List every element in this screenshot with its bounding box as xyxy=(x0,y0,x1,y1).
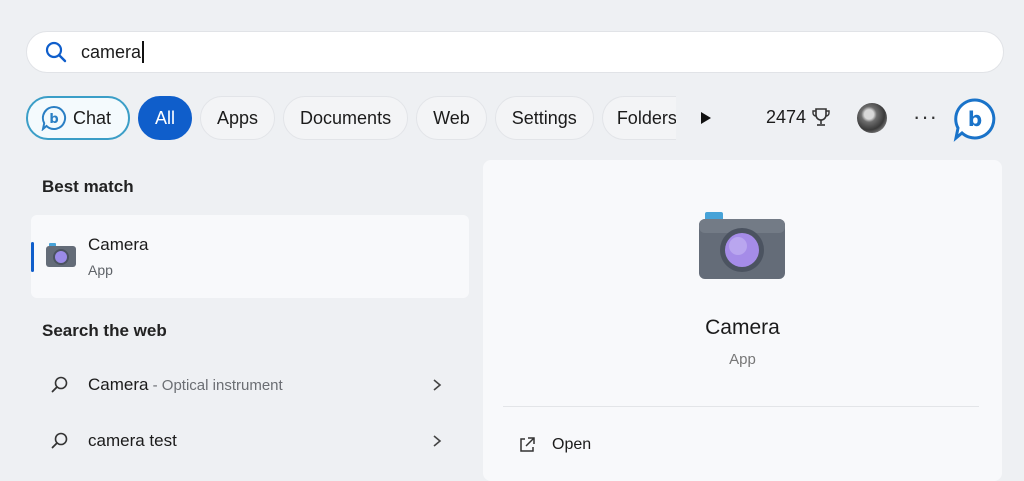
open-label: Open xyxy=(552,436,592,453)
search-icon xyxy=(51,432,68,449)
svg-text:b: b xyxy=(968,107,982,131)
selection-indicator xyxy=(31,242,34,272)
filter-all[interactable]: All xyxy=(138,96,192,140)
chat-label: Chat xyxy=(72,107,112,128)
points-value: 2474 xyxy=(766,106,807,127)
open-external-icon xyxy=(520,437,535,452)
avatar[interactable] xyxy=(857,103,887,133)
detail-type: App xyxy=(729,351,756,368)
open-button[interactable]: Open xyxy=(518,436,591,454)
search-query: camera xyxy=(81,41,142,62)
suggestion-label: camera test xyxy=(88,431,177,450)
bing-button[interactable]: b xyxy=(952,96,998,147)
search-input[interactable]: camera xyxy=(26,31,1004,73)
bing-chat-icon: b xyxy=(41,105,67,131)
result-type: App xyxy=(88,262,113,278)
chevron-right-icon xyxy=(433,435,442,447)
rewards-points[interactable]: 2474 xyxy=(766,106,832,128)
trophy-icon xyxy=(812,108,830,126)
detail-panel: Camera App Open xyxy=(483,160,1002,481)
suggestion-label: Camera xyxy=(88,375,149,394)
best-match-heading: Best match xyxy=(42,177,134,196)
filter-apps[interactable]: Apps xyxy=(200,96,276,140)
search-icon xyxy=(45,41,67,63)
camera-app-icon xyxy=(697,208,787,287)
suggestion-description: - Optical instrument xyxy=(148,377,283,394)
web-suggestion[interactable]: Camera - Optical instrument xyxy=(31,365,469,405)
more-options-button[interactable]: ··· xyxy=(913,104,938,130)
bing-icon: b xyxy=(953,98,996,142)
filter-folders[interactable]: Folders xyxy=(601,96,676,140)
result-title: Camera xyxy=(88,235,149,254)
filter-documents[interactable]: Documents xyxy=(283,96,409,140)
best-match-result[interactable]: Camera App xyxy=(31,215,469,298)
web-suggestion[interactable]: camera test xyxy=(31,421,469,461)
filter-bar: b Chat All Apps Documents Web Settings F… xyxy=(26,96,684,140)
filter-settings[interactable]: Settings xyxy=(494,96,594,140)
search-icon xyxy=(51,376,68,393)
camera-app-icon xyxy=(45,241,77,274)
divider xyxy=(503,406,979,407)
search-web-heading: Search the web xyxy=(42,321,167,340)
play-icon[interactable] xyxy=(700,111,712,130)
filter-web[interactable]: Web xyxy=(416,96,487,140)
chevron-right-icon xyxy=(433,379,442,391)
text-caret xyxy=(142,41,144,63)
svg-text:b: b xyxy=(49,112,58,127)
detail-title: Camera xyxy=(705,316,780,339)
chat-button[interactable]: b Chat xyxy=(26,96,130,140)
